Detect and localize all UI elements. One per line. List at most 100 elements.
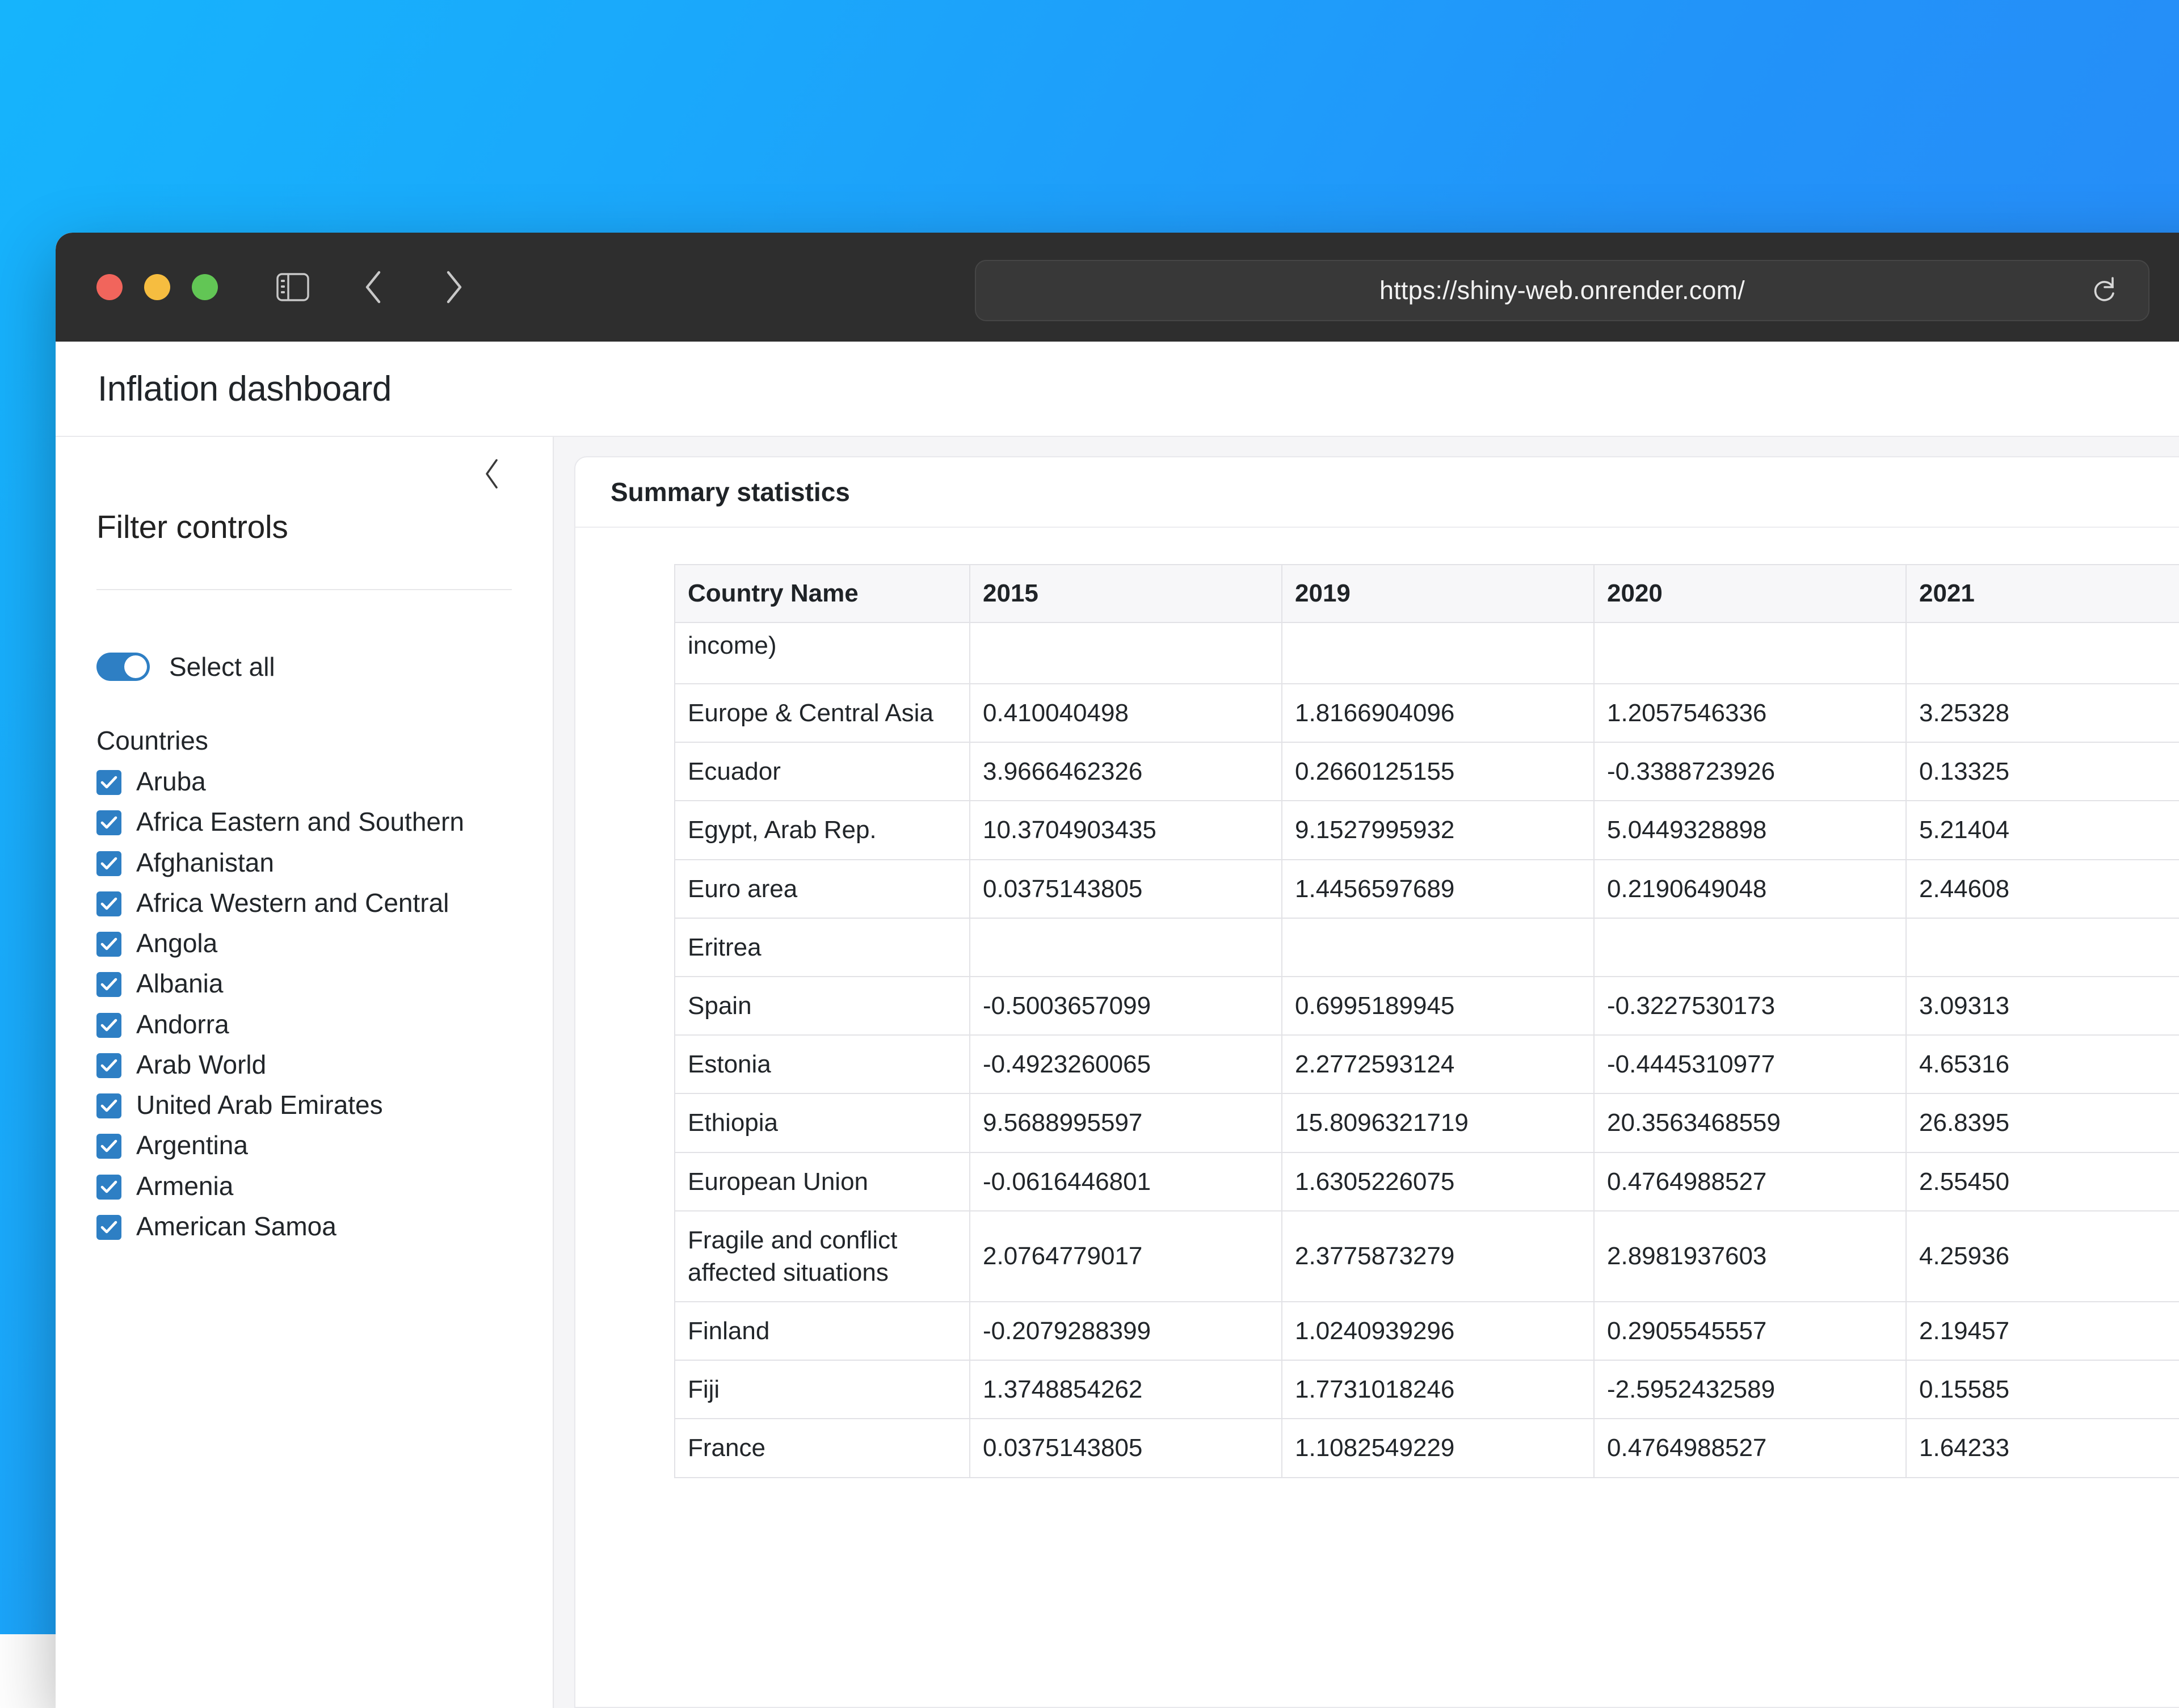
checkbox-checked-icon[interactable] (96, 1093, 121, 1118)
cell-value: 2.2772593124 (1282, 1035, 1594, 1093)
cell-value: 0.4764988527 (1594, 1152, 1906, 1211)
cell-value: 3.25328 (1906, 684, 2179, 742)
close-window-button[interactable] (96, 274, 123, 300)
cell-value: -0.4923260065 (970, 1035, 1282, 1093)
cell-value: 1.7731018246 (1282, 1360, 1594, 1419)
cell-country-name: Egypt, Arab Rep. (675, 801, 970, 859)
table-row: Fragile and conflict affected situations… (675, 1211, 2179, 1302)
cell-value: 9.1527995932 (1282, 801, 1594, 859)
forward-button[interactable] (430, 263, 478, 311)
cell-value (1594, 918, 1906, 977)
cell-value: 0.0375143805 (970, 860, 1282, 918)
country-label: Arab World (136, 1049, 266, 1080)
country-checkbox-item[interactable]: Angola (96, 928, 512, 958)
table-row: France0.03751438051.10825492290.47649885… (675, 1419, 2179, 1477)
cell-country-name: Euro area (675, 860, 970, 918)
select-all-toggle[interactable]: Select all (96, 651, 512, 682)
cell-value (970, 918, 1282, 977)
cell-value: 0.0375143805 (970, 1419, 1282, 1477)
country-checkbox-item[interactable]: Argentina (96, 1130, 512, 1160)
table-row: Ethiopia9.568899559715.809632171920.3563… (675, 1093, 2179, 1152)
country-label: Aruba (136, 766, 206, 797)
table-row: Eritrea (675, 918, 2179, 977)
column-header-year[interactable]: 2019 (1282, 565, 1594, 622)
table-header-row: Country Name2015201920202021 (675, 565, 2179, 622)
checkbox-checked-icon[interactable] (96, 891, 121, 916)
cell-value: -0.5003657099 (970, 977, 1282, 1035)
cell-value: -0.2079288399 (970, 1302, 1282, 1360)
checkbox-checked-icon[interactable] (96, 932, 121, 957)
summary-statistics-card: Summary statistics Country Name201520192… (574, 456, 2179, 1708)
cell-value: 2.0764779017 (970, 1211, 1282, 1302)
checkbox-checked-icon[interactable] (96, 1053, 121, 1078)
checkbox-checked-icon[interactable] (96, 770, 121, 795)
country-checkbox-item[interactable]: American Samoa (96, 1211, 512, 1242)
cell-country-name: Spain (675, 977, 970, 1035)
app-body: Filter controls Select all Countries Aru… (56, 437, 2179, 1708)
cell-value (1282, 918, 1594, 977)
column-header-year[interactable]: 2020 (1594, 565, 1906, 622)
window-controls (96, 274, 218, 300)
cell-value: 5.0449328898 (1594, 801, 1906, 859)
cell-value: 2.44608 (1906, 860, 2179, 918)
cell-value: -0.3388723926 (1594, 742, 1906, 801)
cell-country-name: Estonia (675, 1035, 970, 1093)
country-label: United Arab Emirates (136, 1089, 383, 1120)
address-bar[interactable]: https://shiny-web.onrender.com/ (975, 260, 2149, 321)
checkbox-checked-icon[interactable] (96, 1215, 121, 1240)
back-button[interactable] (350, 263, 397, 311)
column-header-country[interactable]: Country Name (675, 565, 970, 622)
table-row: Finland-0.20792883991.02409392960.290554… (675, 1302, 2179, 1360)
cell-value: 0.2190649048 (1594, 860, 1906, 918)
country-checkbox-item[interactable]: Africa Western and Central (96, 887, 512, 918)
country-label: Armenia (136, 1171, 233, 1201)
cell-country-name: European Union (675, 1152, 970, 1211)
table-row: Ecuador3.96664623260.2660125155-0.338872… (675, 742, 2179, 801)
table-row: Estonia-0.49232600652.2772593124-0.44453… (675, 1035, 2179, 1093)
country-label: American Samoa (136, 1211, 336, 1242)
checkbox-checked-icon[interactable] (96, 1175, 121, 1200)
cell-value: -0.3227530173 (1594, 977, 1906, 1035)
country-checkbox-item[interactable]: Aruba (96, 766, 512, 797)
cell-country-name: Ethiopia (675, 1093, 970, 1152)
checkbox-checked-icon[interactable] (96, 972, 121, 997)
select-all-switch[interactable] (96, 653, 150, 681)
table-body: income)Europe & Central Asia0.4100404981… (675, 622, 2179, 1478)
checkbox-checked-icon[interactable] (96, 810, 121, 835)
cell-value: 2.19457 (1906, 1302, 2179, 1360)
cell-country-name: France (675, 1419, 970, 1477)
cell-value: 0.4764988527 (1594, 1419, 1906, 1477)
cell-value (1906, 918, 2179, 977)
sidebar-panel-icon[interactable] (269, 263, 317, 311)
country-checkbox-item[interactable]: Albania (96, 968, 512, 999)
column-header-year[interactable]: 2015 (970, 565, 1282, 622)
main-content: Summary statistics Country Name201520192… (554, 437, 2179, 1708)
column-header-year[interactable]: 2021 (1906, 565, 2179, 622)
country-checkbox-item[interactable]: Afghanistan (96, 847, 512, 878)
cell-value: 1.64233 (1906, 1419, 2179, 1477)
cell-value: 5.21404 (1906, 801, 2179, 859)
table-row: Europe & Central Asia0.4100404981.816690… (675, 684, 2179, 742)
maximize-window-button[interactable] (192, 274, 218, 300)
country-checkbox-item[interactable]: United Arab Emirates (96, 1089, 512, 1120)
table-row: Euro area0.03751438051.44565976890.21906… (675, 860, 2179, 918)
url-text: https://shiny-web.onrender.com/ (1379, 276, 1745, 305)
country-checkbox-item[interactable]: Armenia (96, 1171, 512, 1201)
country-checkbox-item[interactable]: Arab World (96, 1049, 512, 1080)
sidebar-collapse-button[interactable] (472, 454, 512, 494)
checkbox-checked-icon[interactable] (96, 851, 121, 876)
cell-country-name: Fragile and conflict affected situations (675, 1211, 970, 1302)
checkbox-checked-icon[interactable] (96, 1013, 121, 1038)
reload-icon[interactable] (2087, 274, 2121, 308)
country-checkbox-item[interactable]: Andorra (96, 1009, 512, 1040)
country-checkbox-item[interactable]: Africa Eastern and Southern (96, 806, 512, 837)
cell-value: 20.3563468559 (1594, 1093, 1906, 1152)
cell-country-name: Eritrea (675, 918, 970, 977)
minimize-window-button[interactable] (144, 274, 170, 300)
checkbox-checked-icon[interactable] (96, 1134, 121, 1159)
cell-value: 0.6995189945 (1282, 977, 1594, 1035)
cell-value: 0.2660125155 (1282, 742, 1594, 801)
table-row: Spain-0.50036570990.6995189945-0.3227530… (675, 977, 2179, 1035)
card-body: Country Name2015201920202021 income)Euro… (575, 528, 2179, 1707)
switch-knob (124, 655, 147, 678)
